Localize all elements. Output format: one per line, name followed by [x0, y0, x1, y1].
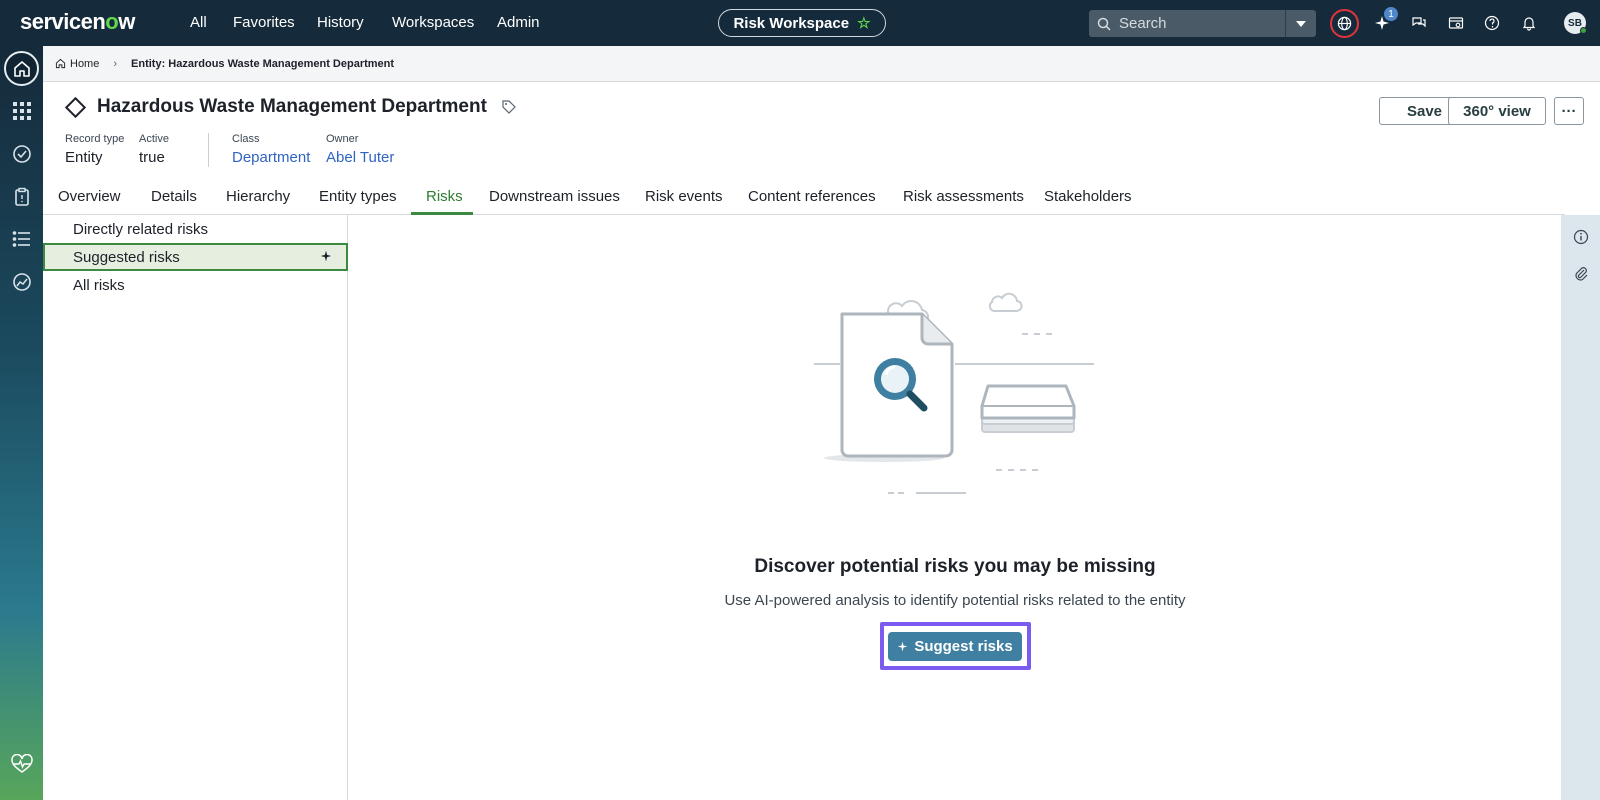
rail-list-button[interactable]	[4, 221, 39, 256]
field-value-class-link[interactable]: Department	[232, 149, 310, 166]
attachments-button[interactable]	[1571, 263, 1591, 283]
list-item-directly-related-risks[interactable]: Directly related risks	[43, 215, 348, 243]
rail-home-button[interactable]	[4, 51, 39, 86]
logo-text-end: w	[118, 9, 135, 34]
more-actions-button[interactable]: ···	[1554, 97, 1584, 125]
empty-state-illustration	[814, 292, 1094, 494]
tab-stakeholders[interactable]: Stakeholders	[1044, 188, 1132, 205]
rail-clipboard-button[interactable]	[4, 179, 39, 214]
page-title: Hazardous Waste Management Department	[97, 96, 487, 117]
tab-risk-assessments[interactable]: Risk assessments	[903, 188, 1024, 205]
help-button[interactable]	[1481, 12, 1503, 34]
field-value-record-type: Entity	[65, 149, 103, 166]
tab-hierarchy[interactable]: Hierarchy	[226, 188, 290, 205]
empty-state-subtitle: Use AI-powered analysis to identify pote…	[724, 592, 1186, 609]
language-globe-button[interactable]	[1330, 9, 1359, 38]
logo-text-o: o	[105, 9, 119, 34]
nav-workspaces[interactable]: Workspaces	[392, 14, 474, 31]
suggest-risks-label: Suggest risks	[914, 638, 1013, 655]
nav-all[interactable]: All	[190, 14, 207, 31]
list-item-all-risks[interactable]: All risks	[43, 271, 348, 299]
tab-overview[interactable]: Overview	[58, 188, 121, 205]
paperclip-icon	[1575, 267, 1588, 281]
view-360-button[interactable]: 360° view	[1448, 97, 1546, 125]
presence-indicator	[1580, 27, 1587, 34]
empty-state-title: Discover potential risks you may be miss…	[754, 556, 1156, 577]
search-placeholder: Search	[1119, 15, 1167, 32]
servicenow-logo[interactable]: servicenow	[20, 9, 135, 35]
info-panel-button[interactable]	[1571, 227, 1591, 247]
tab-risk-events[interactable]: Risk events	[645, 188, 723, 205]
favorite-star-icon[interactable]: ☆	[857, 14, 870, 32]
record-tabs: Overview Details Hierarchy Entity types …	[43, 180, 1565, 215]
chat-button[interactable]	[1408, 12, 1430, 34]
rail-health-button[interactable]	[4, 746, 39, 781]
tab-details[interactable]: Details	[151, 188, 197, 205]
check-circle-icon	[12, 144, 31, 163]
home-icon	[13, 60, 30, 77]
list-item-label: Directly related risks	[73, 220, 209, 238]
clipboard-icon	[14, 187, 29, 206]
rail-apps-button[interactable]	[4, 93, 39, 128]
tab-content-references[interactable]: Content references	[748, 188, 876, 205]
breadcrumb-home[interactable]: Home	[70, 58, 99, 70]
record-title-row: Hazardous Waste Management Department	[64, 96, 517, 118]
field-label-record-type: Record type	[65, 133, 125, 145]
suggest-risks-button[interactable]: Suggest risks	[888, 632, 1022, 661]
globe-icon	[1337, 16, 1352, 31]
global-search-input[interactable]: Search	[1089, 10, 1285, 37]
top-navigation-bar: servicenow All Favorites History Workspa…	[0, 0, 1600, 46]
tab-entity-types[interactable]: Entity types	[319, 188, 397, 205]
risk-view-list: Directly related risks Suggested risks A…	[43, 215, 348, 800]
workspace-label: Risk Workspace	[733, 14, 850, 32]
info-icon	[1573, 229, 1589, 245]
notifications-button[interactable]	[1518, 12, 1540, 34]
help-circle-icon	[1484, 15, 1500, 31]
field-label-active: Active	[139, 133, 169, 145]
ai-sparkle-icon	[320, 249, 332, 265]
bell-icon	[1522, 17, 1536, 31]
workspace-selector[interactable]: Risk Workspace ☆	[718, 9, 886, 37]
field-divider	[208, 133, 209, 167]
logo-text-start: servicen	[20, 9, 106, 34]
caret-down-icon	[1296, 20, 1306, 27]
nav-favorites[interactable]: Favorites	[233, 14, 295, 31]
heartbeat-icon	[10, 753, 33, 773]
workspace-cards-button[interactable]	[1445, 12, 1467, 34]
chevron-right-icon: ›	[113, 57, 118, 70]
rail-analytics-button[interactable]	[4, 264, 39, 299]
chat-bubbles-icon	[1412, 17, 1426, 28]
home-small-icon	[55, 58, 66, 69]
nav-admin[interactable]: Admin	[497, 14, 540, 31]
grid-icon	[12, 101, 31, 120]
list-item-suggested-risks[interactable]: Suggested risks	[43, 243, 348, 271]
tag-icon[interactable]	[501, 99, 517, 115]
left-navigation-rail	[0, 46, 43, 800]
search-scope-dropdown[interactable]	[1285, 10, 1316, 37]
sparkle-icon	[898, 641, 908, 652]
rail-tasks-button[interactable]	[4, 136, 39, 171]
field-label-class: Class	[232, 133, 260, 145]
right-utility-rail	[1561, 215, 1600, 800]
notification-count-badge: 1	[1384, 7, 1398, 21]
list-icon	[12, 230, 30, 247]
list-item-label: All risks	[73, 276, 125, 294]
search-icon	[1097, 17, 1111, 31]
tab-downstream-issues[interactable]: Downstream issues	[489, 188, 620, 205]
breadcrumb: Home › Entity: Hazardous Waste Managemen…	[43, 46, 1600, 82]
breadcrumb-current: Entity: Hazardous Waste Management Depar…	[131, 57, 395, 70]
list-item-label: Suggested risks	[73, 248, 180, 266]
dashboard-gauge-icon	[12, 272, 31, 291]
card-search-icon	[1448, 17, 1464, 29]
field-value-owner-link[interactable]: Abel Tuter	[326, 149, 394, 166]
tab-risks[interactable]: Risks	[426, 188, 463, 205]
field-value-active: true	[139, 149, 165, 166]
field-label-owner: Owner	[326, 133, 359, 145]
nav-history[interactable]: History	[317, 14, 364, 31]
entity-diamond-icon	[64, 96, 87, 118]
